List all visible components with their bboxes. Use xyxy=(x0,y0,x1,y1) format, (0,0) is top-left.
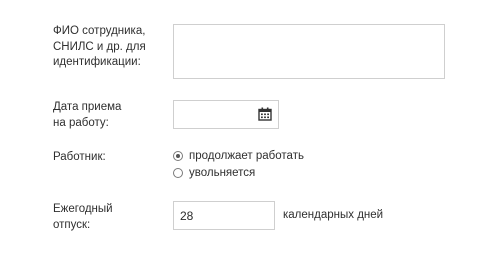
radio-continues-working-label: продолжает работать xyxy=(189,150,304,162)
worker-status-label: Работник: xyxy=(53,150,106,166)
worker-status-label-text: Работник: xyxy=(53,151,106,163)
vacation-label-line-1: Ежегодный xyxy=(53,203,113,215)
employee-label: ФИО сотрудника, СНИЛС и др. для идентифи… xyxy=(53,24,146,71)
calendar-icon[interactable] xyxy=(258,107,272,121)
vacation-label: Ежегодный отпуск: xyxy=(53,202,113,233)
radio-continues-working[interactable]: продолжает работать xyxy=(173,150,304,162)
hire-date-field[interactable] xyxy=(173,100,279,129)
hire-date-label-line-2: на работу: xyxy=(53,116,109,129)
radio-continues-working-circle[interactable] xyxy=(173,151,183,161)
hire-date-input[interactable] xyxy=(174,101,266,128)
vacation-days-suffix: календарных дней xyxy=(283,209,384,221)
radio-resigning-label: увольняется xyxy=(189,167,256,179)
hire-date-label-line-1: Дата приема xyxy=(53,101,122,113)
employee-label-line-2: СНИЛС и др. для xyxy=(53,40,146,53)
radio-resigning-circle[interactable] xyxy=(173,168,183,178)
vacation-days-input[interactable] xyxy=(173,201,275,230)
employee-id-textarea[interactable] xyxy=(173,24,445,79)
employee-label-line-1: ФИО сотрудника, xyxy=(53,25,146,37)
vacation-label-line-2: отпуск: xyxy=(53,218,91,231)
hire-date-label: Дата приема на работу: xyxy=(53,100,121,131)
radio-resigning[interactable]: увольняется xyxy=(173,167,255,179)
employee-label-line-3: идентификации: xyxy=(53,56,141,68)
